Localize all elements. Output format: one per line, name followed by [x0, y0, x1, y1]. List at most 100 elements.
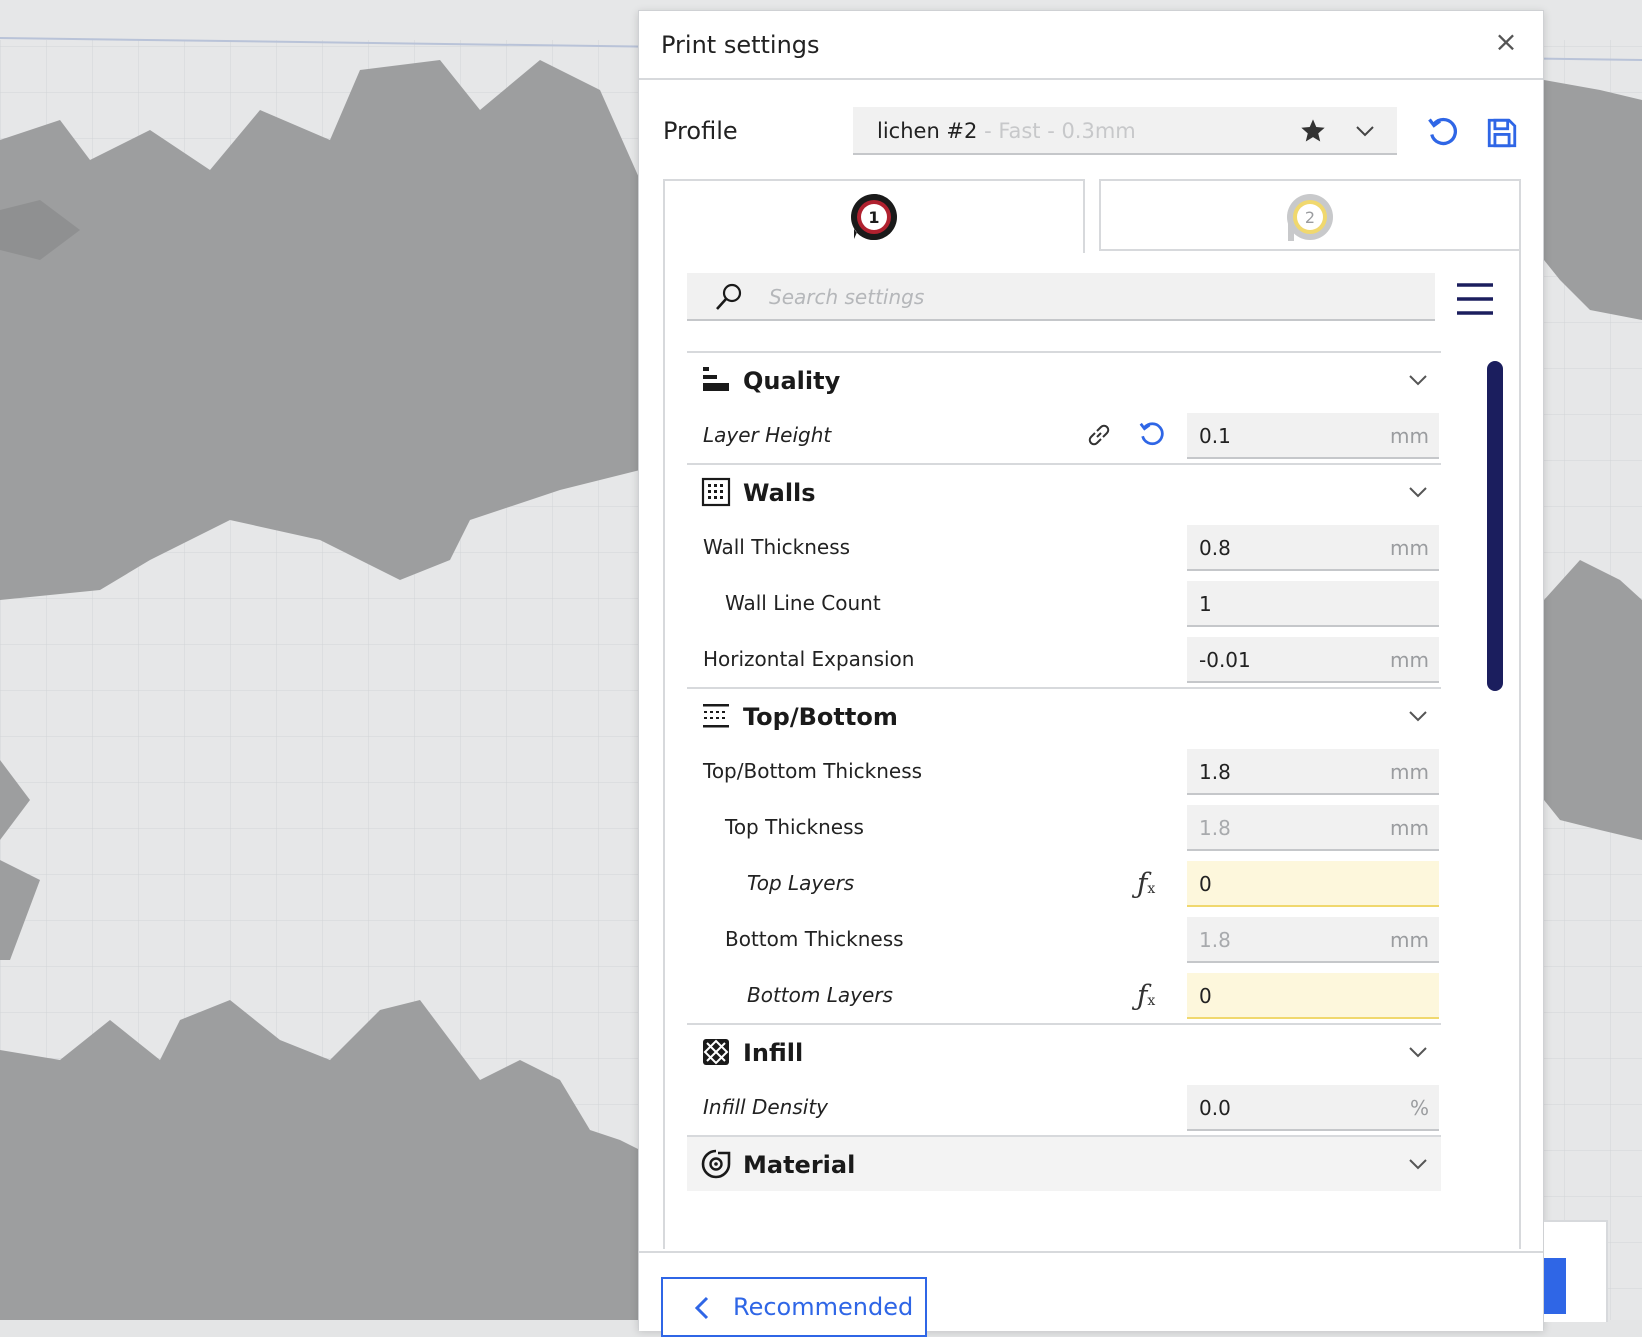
top-bottom-icon — [703, 704, 729, 728]
setting-label: Bottom Layers — [747, 983, 893, 1007]
panel-footer: Recommended — [639, 1251, 1543, 1337]
field-value: 0.0 — [1199, 1096, 1231, 1120]
field-value: 0.1 — [1199, 424, 1231, 448]
setting-row-top-bottom-thickness: Top/Bottom Thickness 1.8 mm — [687, 743, 1441, 799]
setting-row-infill-density: Infill Density 0.0 % — [687, 1079, 1441, 1135]
setting-label: Infill Density — [703, 1095, 828, 1119]
extruder-1-icon: 1 — [851, 194, 897, 240]
search-input[interactable] — [767, 281, 1411, 313]
panel-title: Print settings — [661, 31, 820, 59]
settings-scrollbar[interactable] — [1487, 361, 1503, 691]
settings-visibility-menu-icon[interactable] — [1455, 279, 1495, 319]
field-unit: mm — [1390, 536, 1429, 560]
field-unit: mm — [1390, 816, 1429, 840]
profile-name-text: lichen #2 - Fast - 0.3mm — [877, 119, 1136, 143]
extruder-2-icon: 2 — [1287, 194, 1333, 241]
setting-label: Top Layers — [747, 871, 855, 895]
category-title: Top/Bottom — [743, 703, 898, 731]
function-fx-icon[interactable]: ƒx — [1137, 979, 1167, 1012]
material-spool-icon — [701, 1149, 731, 1179]
category-title: Material — [743, 1151, 856, 1179]
top-bottom-thickness-input[interactable]: 1.8 mm — [1187, 749, 1439, 795]
category-infill[interactable]: Infill — [687, 1023, 1441, 1079]
chevron-left-icon — [694, 1296, 709, 1320]
category-walls[interactable]: Walls — [687, 463, 1441, 519]
field-value: 1.8 — [1199, 928, 1231, 952]
setting-label: Wall Line Count — [725, 591, 881, 615]
infill-icon — [703, 1039, 729, 1065]
category-material[interactable]: Material — [687, 1135, 1441, 1191]
category-top-bottom[interactable]: Top/Bottom — [687, 687, 1441, 743]
field-unit: mm — [1390, 424, 1429, 448]
setting-label: Wall Thickness — [703, 535, 851, 559]
setting-row-layer-height: Layer Height 0.1 mm — [687, 407, 1441, 463]
settings-list: Quality Layer Height 0.1 mm Walls Wall T… — [687, 351, 1441, 1251]
function-fx-icon[interactable]: ƒx — [1137, 867, 1167, 900]
top-layers-input[interactable]: 0 — [1187, 861, 1439, 907]
field-value: 1.8 — [1199, 760, 1231, 784]
chevron-down-icon — [1409, 375, 1427, 386]
close-button[interactable]: × — [1491, 27, 1521, 57]
setting-label: Top Thickness — [725, 815, 864, 839]
reset-profile-icon[interactable] — [1425, 115, 1461, 151]
wall-thickness-input[interactable]: 0.8 mm — [1187, 525, 1439, 571]
wall-line-count-input[interactable]: 1 — [1187, 581, 1439, 627]
chevron-down-icon — [1356, 126, 1374, 137]
field-value: 0 — [1199, 984, 1212, 1008]
link-icon[interactable] — [1083, 419, 1115, 451]
setting-row-top-layers: Top Layers ƒx 0 — [687, 855, 1441, 911]
recommended-label: Recommended — [733, 1293, 914, 1321]
search-box — [687, 273, 1435, 321]
setting-row-wall-line-count: Wall Line Count 1 — [687, 575, 1441, 631]
setting-row-bottom-thickness: Bottom Thickness 1.8 mm — [687, 911, 1441, 967]
quality-icon — [703, 367, 729, 391]
field-value: 1 — [1199, 592, 1212, 616]
category-title: Infill — [743, 1039, 804, 1067]
extruder-2-number: 2 — [1305, 208, 1315, 227]
bottom-thickness-input[interactable]: 1.8 mm — [1187, 917, 1439, 963]
profile-detail: - Fast - 0.3mm — [977, 119, 1136, 143]
reset-value-icon[interactable] — [1137, 419, 1167, 451]
layer-height-input[interactable]: 0.1 mm — [1187, 413, 1439, 459]
category-title: Quality — [743, 367, 841, 395]
recommended-mode-button[interactable]: Recommended — [661, 1277, 927, 1337]
setting-label: Top/Bottom Thickness — [703, 759, 923, 783]
panel-header: Print settings × — [639, 11, 1543, 80]
print-settings-panel: Print settings × Profile lichen #2 - Fas… — [638, 10, 1544, 1337]
star-icon[interactable] — [1299, 117, 1327, 145]
save-profile-icon[interactable] — [1485, 115, 1519, 151]
field-value: -0.01 — [1199, 648, 1251, 672]
setting-label: Layer Height — [703, 423, 832, 447]
field-value: 0 — [1199, 872, 1212, 896]
setting-row-horizontal-expansion: Horizontal Expansion -0.01 mm — [687, 631, 1441, 687]
chevron-down-icon — [1409, 1047, 1427, 1058]
walls-icon — [701, 477, 731, 507]
horizontal-expansion-input[interactable]: -0.01 mm — [1187, 637, 1439, 683]
top-thickness-input[interactable]: 1.8 mm — [1187, 805, 1439, 851]
chevron-down-icon — [1409, 1159, 1427, 1170]
profile-name: lichen #2 — [877, 119, 978, 143]
bottom-layers-input[interactable]: 0 — [1187, 973, 1439, 1019]
field-value: 0.8 — [1199, 536, 1231, 560]
extruder-1-number: 1 — [868, 208, 879, 227]
setting-label: Bottom Thickness — [725, 927, 904, 951]
setting-label: Horizontal Expansion — [703, 647, 915, 671]
category-quality[interactable]: Quality — [687, 351, 1441, 407]
setting-row-wall-thickness: Wall Thickness 0.8 mm — [687, 519, 1441, 575]
field-unit: mm — [1390, 928, 1429, 952]
infill-density-input[interactable]: 0.0 % — [1187, 1085, 1439, 1131]
field-unit: mm — [1390, 648, 1429, 672]
setting-row-top-thickness: Top Thickness 1.8 mm — [687, 799, 1441, 855]
field-unit: mm — [1390, 760, 1429, 784]
field-unit: % — [1409, 1096, 1429, 1120]
profile-label: Profile — [663, 117, 738, 145]
chevron-down-icon — [1409, 711, 1427, 722]
tab-extruder-1[interactable]: 1 — [663, 179, 1085, 253]
slice-button-edge[interactable] — [1544, 1258, 1566, 1314]
profile-dropdown[interactable]: lichen #2 - Fast - 0.3mm — [853, 107, 1397, 155]
tab-extruder-2[interactable]: 2 — [1099, 179, 1521, 251]
category-title: Walls — [743, 479, 816, 507]
field-value: 1.8 — [1199, 816, 1231, 840]
setting-row-bottom-layers: Bottom Layers ƒx 0 — [687, 967, 1441, 1023]
chevron-down-icon — [1409, 487, 1427, 498]
